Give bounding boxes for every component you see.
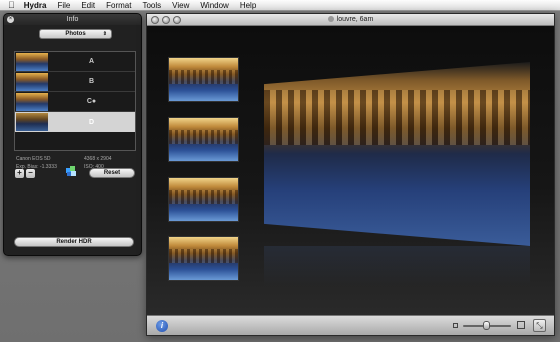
close-icon[interactable]: × bbox=[7, 16, 14, 23]
layer-label: D bbox=[88, 118, 95, 126]
menu-hydra[interactable]: Hydra bbox=[24, 0, 47, 11]
main-window: louvre, 6am i ⤡ bbox=[146, 13, 555, 336]
fullscreen-icon[interactable]: ⤡ bbox=[533, 319, 546, 332]
document-icon bbox=[327, 16, 334, 22]
info-panel: × Info Photos ⇕ A B C● D Canon EOS 5D Ex… bbox=[3, 13, 142, 256]
zoom-out-icon[interactable] bbox=[453, 323, 458, 328]
remove-button[interactable]: − bbox=[26, 169, 35, 178]
exposure-thumbnail-1[interactable] bbox=[168, 57, 239, 102]
preview-reflection bbox=[264, 246, 530, 286]
menu-file[interactable]: File bbox=[57, 0, 70, 11]
minimize-window-button[interactable] bbox=[162, 16, 170, 24]
layer-thumbnail bbox=[16, 92, 48, 111]
photo-canvas bbox=[147, 26, 554, 317]
menu-edit[interactable]: Edit bbox=[81, 0, 95, 11]
color-balance-icon[interactable] bbox=[66, 166, 77, 177]
render-hdr-button[interactable]: Render HDR bbox=[14, 237, 134, 247]
camera-model: Canon EOS 5D bbox=[16, 156, 51, 162]
photos-dropdown-value: Photos bbox=[65, 31, 86, 37]
chevron-updown-icon: ⇕ bbox=[102, 31, 107, 37]
add-button[interactable]: + bbox=[15, 169, 24, 178]
layer-thumbnail bbox=[16, 113, 48, 131]
window-bottom-bar: i ⤡ bbox=[147, 315, 554, 335]
photos-dropdown[interactable]: Photos ⇕ bbox=[39, 29, 112, 39]
close-window-button[interactable] bbox=[151, 16, 159, 24]
info-panel-title: Info bbox=[66, 16, 79, 23]
layer-label: C● bbox=[86, 98, 97, 105]
menu-view[interactable]: View bbox=[172, 0, 189, 11]
exposure-thumbnail-2[interactable] bbox=[168, 117, 239, 162]
menu-window[interactable]: Window bbox=[200, 0, 228, 11]
layer-row-d[interactable]: D bbox=[15, 112, 135, 132]
apple-icon[interactable]:  bbox=[8, 0, 15, 11]
reset-button[interactable]: Reset bbox=[89, 168, 135, 178]
exposure-thumbnail-4[interactable] bbox=[168, 236, 239, 281]
layer-thumbnail bbox=[16, 72, 48, 91]
layer-row-c[interactable]: C● bbox=[15, 92, 135, 112]
menu-tools[interactable]: Tools bbox=[142, 0, 161, 11]
window-titlebar: louvre, 6am bbox=[147, 14, 554, 26]
zoom-in-icon[interactable] bbox=[517, 321, 525, 329]
exposure-thumbnail-3[interactable] bbox=[168, 177, 239, 222]
zoom-slider-knob[interactable] bbox=[483, 321, 490, 330]
info-icon[interactable]: i bbox=[156, 320, 168, 332]
layer-row-b[interactable]: B bbox=[15, 72, 135, 92]
hdr-preview-image[interactable] bbox=[264, 62, 530, 246]
layer-label: A bbox=[88, 58, 95, 65]
layer-row-a[interactable]: A bbox=[15, 52, 135, 72]
window-title: louvre, 6am bbox=[336, 16, 374, 23]
layer-thumbnail bbox=[16, 52, 48, 71]
menu-format[interactable]: Format bbox=[106, 0, 131, 11]
layer-list: A B C● D bbox=[14, 51, 136, 151]
zoom-window-button[interactable] bbox=[173, 16, 181, 24]
menu-help[interactable]: Help bbox=[240, 0, 256, 11]
layer-label: B bbox=[88, 78, 95, 85]
image-resolution: 4368 x 2904 bbox=[84, 156, 112, 162]
info-panel-titlebar: × Info bbox=[4, 14, 141, 25]
menu-bar:  Hydra File Edit Format Tools View Wind… bbox=[0, 0, 560, 11]
